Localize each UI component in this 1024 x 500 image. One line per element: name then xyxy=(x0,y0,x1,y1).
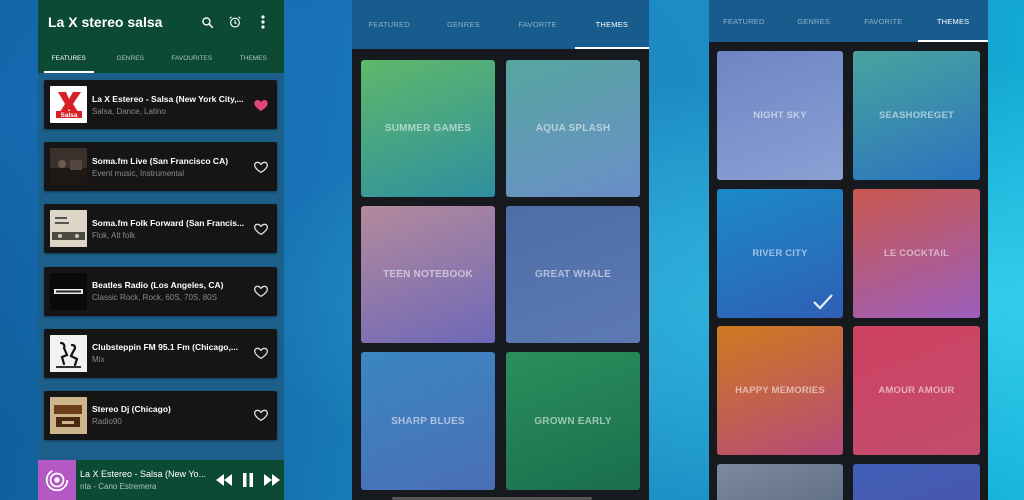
theme-label: LE COCKTAIL xyxy=(883,248,950,259)
app-bar: La X stereo salsa FEATURES GENRES FAVOUR… xyxy=(38,0,284,73)
tab-features[interactable]: FEATURES xyxy=(38,44,100,73)
theme-tile-aqua-splash[interactable]: AQUA SPLASH xyxy=(506,60,640,197)
theme-tile-amour-amour[interactable]: AMOUR AMOUR xyxy=(853,326,980,455)
theme-tile-happy-memories[interactable]: HAPPY MEMORIES xyxy=(717,326,843,455)
tab-favourites[interactable]: FAVOURITES xyxy=(161,44,223,73)
theme-label: SEASHOREGET xyxy=(878,110,955,121)
tab-featured[interactable]: FEATURED xyxy=(709,0,779,42)
main-tabs: FEATURES GENRES FAVOURITES THEMES xyxy=(38,44,284,73)
tab-themes[interactable]: THEMES xyxy=(574,0,649,49)
station-list: Salsa La X Estereo - Salsa (New York Cit… xyxy=(44,80,277,453)
theme-tile-river-city[interactable]: RIVER CITY xyxy=(717,189,843,318)
tab-genres[interactable]: GENRES xyxy=(100,44,162,73)
station-genre: Mix xyxy=(92,355,105,365)
app-title: La X stereo salsa xyxy=(48,14,163,30)
beatles-radio-logo xyxy=(50,272,87,310)
themes-screen-1: FEATURED GENRES FAVORITE THEMES SUMMER G… xyxy=(352,0,649,500)
station-item[interactable]: Soma.fm Live (San Francisco CA) Event mu… xyxy=(44,142,277,192)
search-icon[interactable] xyxy=(196,11,218,33)
station-name: La X Estereo - Salsa (New York City,... xyxy=(92,93,244,104)
tab-favorite[interactable]: FAVORITE xyxy=(501,0,575,49)
theme-tile-grown-early[interactable]: GROWN EARLY xyxy=(506,352,640,490)
fast-forward-icon[interactable] xyxy=(260,468,284,492)
tab-featured[interactable]: FEATURED xyxy=(352,0,426,49)
station-item[interactable]: Beatles Radio (Los Angeles, CA) Classic … xyxy=(44,266,277,316)
theme-label: GREAT WHALE xyxy=(535,269,611,280)
theme-label: AQUA SPLASH xyxy=(535,123,611,134)
tab-genres[interactable]: GENRES xyxy=(426,0,500,49)
station-genre: Salsa, Dance, Latino xyxy=(92,106,166,116)
station-item[interactable]: Salsa La X Estereo - Salsa (New York Cit… xyxy=(44,80,277,129)
theme-label: RIVER CITY xyxy=(752,248,808,259)
theme-label: HAPPY MEMORIES xyxy=(735,385,825,396)
heart-outline-icon[interactable] xyxy=(253,283,269,299)
theme-tile-partial[interactable] xyxy=(717,464,843,500)
theme-tile-le-cocktail[interactable]: LE COCKTAIL xyxy=(853,189,980,318)
heart-outline-icon[interactable] xyxy=(253,407,269,423)
station-name: Beatles Radio (Los Angeles, CA) xyxy=(92,280,224,291)
la-x-salsa-logo: Salsa xyxy=(50,86,87,123)
more-vert-icon[interactable] xyxy=(252,11,274,33)
folk-forward-logo xyxy=(50,210,87,248)
heart-outline-icon[interactable] xyxy=(253,159,269,175)
theme-tile-seashoreget[interactable]: SEASHOREGET xyxy=(853,51,980,180)
theme-label: NIGHT SKY xyxy=(753,110,807,121)
heart-filled-icon[interactable] xyxy=(253,97,269,113)
soma-live-photo xyxy=(50,148,87,186)
station-name: Clubsteppin FM 95.1 Fm (Chicago,... xyxy=(92,342,238,353)
theme-label: SHARP BLUES xyxy=(391,415,465,427)
tab-genres[interactable]: GENRES xyxy=(779,0,849,42)
station-genre: Classic Rock, Rock, 60S, 70S, 80S xyxy=(92,293,217,303)
station-list-screen: La X stereo salsa FEATURES GENRES FAVOUR… xyxy=(38,0,284,500)
theme-tabs: FEATURED GENRES FAVORITE THEMES xyxy=(709,0,988,42)
podcast-icon xyxy=(38,460,76,500)
now-playing-subtitle: nta - Cano Estremera xyxy=(80,482,157,491)
station-name: Soma.fm Folk Forward (San Francis... xyxy=(92,217,245,228)
rewind-icon[interactable] xyxy=(212,468,236,492)
pause-icon[interactable] xyxy=(236,468,260,492)
theme-tile-teen-notebook[interactable]: TEEN NOTEBOOK xyxy=(361,206,495,343)
alarm-icon[interactable] xyxy=(224,11,246,33)
station-genre: Event music, Instrumental xyxy=(92,168,185,178)
theme-tile-night-sky[interactable]: NIGHT SKY xyxy=(717,51,843,180)
station-name: Soma.fm Live (San Francisco CA) xyxy=(92,155,229,166)
stereo-dj-logo xyxy=(50,396,87,434)
heart-outline-icon[interactable] xyxy=(253,221,269,237)
theme-tabs: FEATURED GENRES FAVORITE THEMES xyxy=(352,0,649,49)
tab-themes[interactable]: THEMES xyxy=(918,0,988,42)
station-name: Stereo Dj (Chicago) xyxy=(92,404,171,415)
theme-tile-great-whale[interactable]: GREAT WHALE xyxy=(506,206,640,343)
theme-tile-sharp-blues[interactable]: SHARP BLUES xyxy=(361,352,495,490)
theme-tile-partial[interactable] xyxy=(853,464,980,500)
svg-text:Salsa: Salsa xyxy=(60,112,77,119)
theme-label: GROWN EARLY xyxy=(534,415,612,427)
heart-outline-icon[interactable] xyxy=(253,345,269,361)
station-genre: Flok, Alt folk xyxy=(92,230,136,240)
mini-player[interactable]: La X Estereo - Salsa (New Yo... nta - Ca… xyxy=(38,460,284,500)
station-genre: Radio90 xyxy=(92,417,122,427)
themes-screen-2: FEATURED GENRES FAVORITE THEMES NIGHT SK… xyxy=(709,0,988,500)
theme-label: AMOUR AMOUR xyxy=(878,385,955,396)
clubsteppin-logo xyxy=(50,334,87,372)
tab-themes[interactable]: THEMES xyxy=(223,44,285,73)
station-item[interactable]: Soma.fm Folk Forward (San Francis... Flo… xyxy=(44,204,277,254)
now-playing-title: La X Estereo - Salsa (New Yo... xyxy=(80,469,207,479)
theme-label: TEEN NOTEBOOK xyxy=(383,269,473,280)
tab-favorite[interactable]: FAVORITE xyxy=(849,0,919,42)
station-item[interactable]: Stereo Dj (Chicago) Radio90 xyxy=(44,390,277,440)
theme-tile-summer-games[interactable]: SUMMER GAMES xyxy=(361,60,495,197)
theme-label: SUMMER GAMES xyxy=(384,123,472,134)
check-icon xyxy=(813,294,833,310)
station-item[interactable]: Clubsteppin FM 95.1 Fm (Chicago,... Mix xyxy=(44,328,277,378)
